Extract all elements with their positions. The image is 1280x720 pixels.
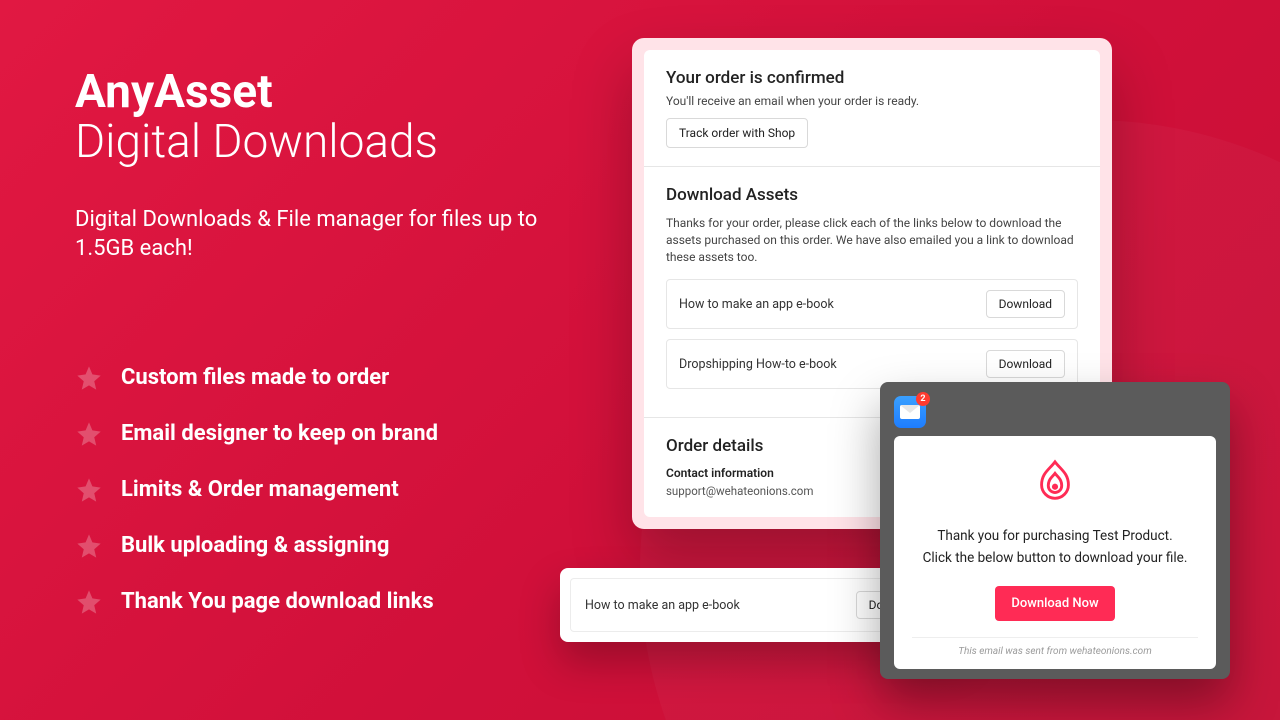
star-icon (75, 476, 103, 504)
track-order-button[interactable]: Track order with Shop (666, 118, 808, 148)
order-confirmed-title: Your order is confirmed (666, 68, 1078, 88)
star-icon (75, 420, 103, 448)
download-assets-section: Download Assets Thanks for your order, p… (644, 167, 1100, 418)
download-assets-intro: Thanks for your order, please click each… (666, 215, 1078, 265)
flame-icon (1032, 458, 1078, 504)
feature-text: Thank You page download links (121, 589, 434, 614)
feature-text: Limits & Order management (121, 477, 399, 502)
star-icon (75, 532, 103, 560)
mail-app-icon: 2 (894, 396, 926, 428)
email-footer: This email was sent from wehateonions.co… (912, 637, 1198, 657)
download-assets-title: Download Assets (666, 185, 1078, 205)
download-button[interactable]: Download (986, 290, 1065, 318)
envelope-icon (900, 405, 920, 419)
order-confirmed-section: Your order is confirmed You'll receive a… (644, 50, 1100, 167)
contact-value: support@wehateonions.com (666, 484, 853, 498)
feature-item: Email designer to keep on brand (75, 420, 595, 448)
hero-subtitle: Digital Downloads & File manager for fil… (75, 205, 595, 264)
email-instruction: Click the below button to download your … (912, 550, 1198, 566)
asset-row: How to make an app e-book Download (666, 279, 1078, 329)
asset-name: How to make an app e-book (585, 598, 740, 613)
feature-item: Bulk uploading & assigning (75, 532, 595, 560)
hero-title-bold: AnyAsset (75, 68, 595, 116)
hero-block: AnyAsset Digital Downloads Digital Downl… (75, 68, 595, 644)
hero-title-light: Digital Downloads (75, 118, 595, 166)
asset-name: Dropshipping How-to e-book (679, 357, 837, 372)
feature-text: Custom files made to order (121, 365, 389, 390)
asset-name: How to make an app e-book (679, 297, 834, 312)
feature-text: Email designer to keep on brand (121, 421, 438, 446)
email-thank-you: Thank you for purchasing Test Product. (912, 528, 1198, 544)
feature-item: Thank You page download links (75, 588, 595, 616)
star-icon (75, 588, 103, 616)
feature-list: Custom files made to order Email designe… (75, 364, 595, 616)
contact-heading: Contact information (666, 466, 853, 480)
feature-item: Limits & Order management (75, 476, 595, 504)
feature-item: Custom files made to order (75, 364, 595, 392)
star-icon (75, 364, 103, 392)
download-button[interactable]: Download (986, 350, 1065, 378)
order-confirmed-subtitle: You'll receive an email when your order … (666, 94, 1078, 108)
feature-text: Bulk uploading & assigning (121, 533, 389, 558)
email-panel: 2 Thank you for purchasing Test Product.… (880, 382, 1230, 679)
notification-badge: 2 (916, 392, 930, 406)
download-now-button[interactable]: Download Now (995, 586, 1114, 621)
email-body: Thank you for purchasing Test Product. C… (894, 436, 1216, 669)
